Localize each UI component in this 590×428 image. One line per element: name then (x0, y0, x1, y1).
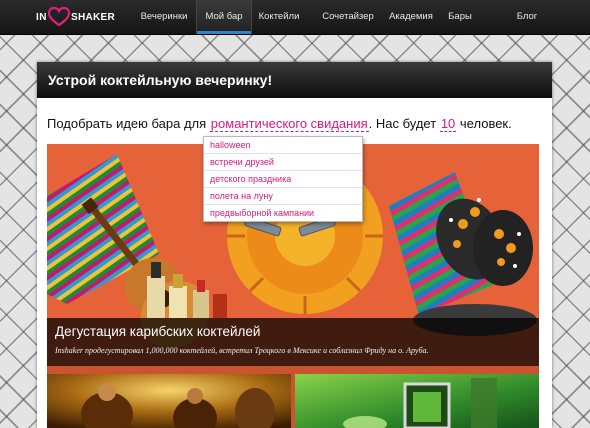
guest-count-selector[interactable]: 10 (439, 116, 457, 132)
nav-item-my-bar[interactable]: Мой бар (196, 0, 252, 34)
party-photo-left (47, 374, 291, 428)
hero-description: Inshaker продегустировал 1,000,000 кокте… (55, 346, 429, 355)
nav-item-combinator[interactable]: Сочетайзер (316, 0, 380, 34)
heart-icon (48, 7, 70, 27)
party-thumbnail-right[interactable] (295, 374, 539, 428)
dropdown-option-halloween[interactable]: halloween (204, 137, 362, 154)
party-sentence: Подобрать идею бара для романтического с… (47, 116, 512, 132)
nav-item-blog[interactable]: Блог (512, 0, 542, 34)
sentence-suffix: человек. (459, 116, 512, 131)
occasion-dropdown: halloween встречи друзей детского праздн… (203, 136, 363, 222)
nav-item-bars[interactable]: Бары (446, 0, 474, 34)
occasion-selector[interactable]: романтического свидания (209, 116, 369, 132)
party-photo-right (295, 374, 539, 428)
dropdown-option-kids-party[interactable]: детского праздника (204, 171, 362, 188)
logo-in-text: IN (36, 11, 47, 23)
dropdown-option-friends[interactable]: встречи друзей (204, 154, 362, 171)
hero-title[interactable]: Дегустация карибских коктейлей (55, 324, 260, 339)
top-navigation: IN SHAKER Вечеринки Мой бар Коктейли Соч… (0, 0, 590, 35)
party-thumbnail-left[interactable] (47, 374, 291, 428)
party-panel: Устрой коктейльную вечеринку! Подобрать … (37, 62, 552, 428)
dropdown-option-moon-flight[interactable]: полета на луну (204, 188, 362, 205)
nav-item-cocktails[interactable]: Коктейли (254, 0, 304, 34)
logo-shaker-text: SHAKER (71, 11, 116, 23)
panel-title: Устрой коктейльную вечеринку! (37, 62, 552, 98)
nav-item-parties[interactable]: Вечеринки (134, 0, 194, 34)
sentence-middle: . Нас будет (368, 116, 437, 131)
hero-caption: Дегустация карибских коктейлей Inshaker … (47, 318, 539, 366)
inshaker-logo[interactable]: IN SHAKER (36, 5, 115, 29)
sentence-prefix: Подобрать идею бара для (47, 116, 207, 131)
dropdown-option-election-campaign[interactable]: предвыборной кампании (204, 205, 362, 221)
nav-item-academy[interactable]: Академия (386, 0, 436, 34)
